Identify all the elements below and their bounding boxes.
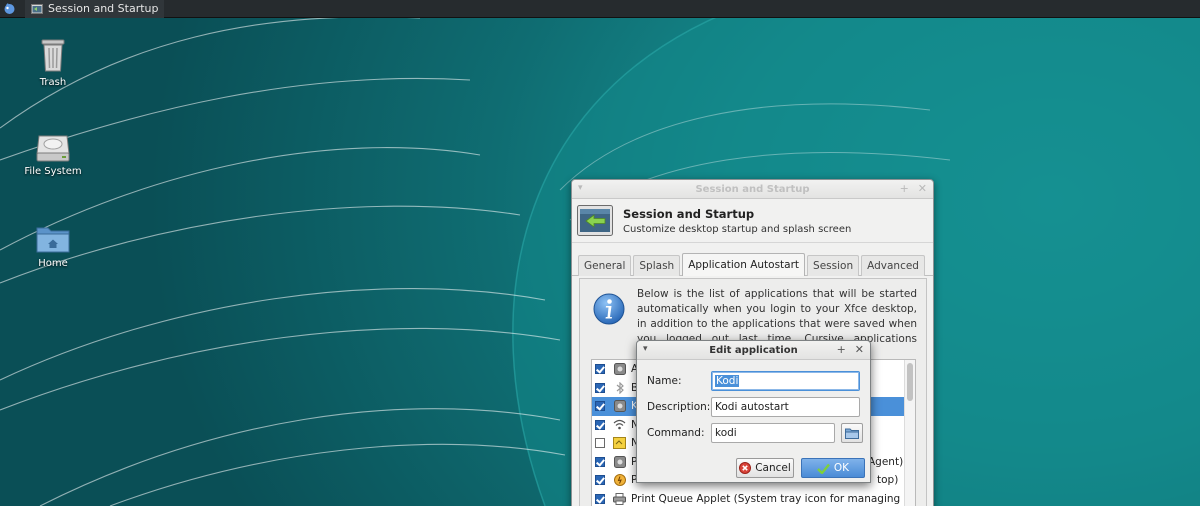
description-label: Description: [647, 401, 711, 413]
power-icon [613, 474, 626, 487]
taskbar-item-label: Session and Startup [48, 2, 159, 15]
checkmark-icon [817, 463, 830, 474]
close-icon[interactable]: ✕ [918, 182, 927, 195]
app-generic-icon [613, 455, 626, 468]
autostart-checkbox[interactable] [595, 438, 605, 449]
session-startup-icon [577, 205, 613, 236]
app-generic-icon [613, 400, 626, 413]
header-title: Session and Startup [623, 206, 755, 221]
cancel-button-label: Cancel [755, 462, 791, 474]
cancel-icon [739, 462, 752, 474]
wifi-icon [613, 418, 626, 431]
autostart-checkbox[interactable] [595, 401, 605, 412]
autostart-checkbox[interactable] [595, 475, 605, 486]
window-menu-icon[interactable]: ▾ [578, 183, 583, 193]
autostart-checkbox[interactable] [595, 382, 605, 393]
desktop-icon-trash[interactable]: Trash [3, 37, 103, 88]
stick-window-icon[interactable]: + [837, 343, 846, 356]
tab-splash[interactable]: Splash [633, 255, 681, 276]
tab-application-autostart[interactable]: Application Autostart [682, 253, 806, 276]
top-panel: Session and Startup [0, 0, 1200, 18]
edit-application-dialog: ▾ Edit application + ✕ Name: Kodi Descri… [636, 340, 871, 483]
command-row: Command: kodi [647, 423, 863, 443]
autostart-checkbox[interactable] [595, 419, 605, 430]
description-row: Description: Kodi autostart [647, 397, 860, 417]
autostart-checkbox[interactable] [595, 493, 605, 504]
drive-icon [36, 135, 70, 162]
tab-advanced[interactable]: Advanced [861, 255, 925, 276]
name-label: Name: [647, 375, 682, 387]
settings-header: Session and Startup Customize desktop st… [572, 199, 933, 243]
bluetooth-icon [613, 381, 626, 394]
tab-general[interactable]: General [578, 255, 632, 276]
window-title: Session and Startup [695, 183, 810, 195]
close-icon[interactable]: ✕ [855, 343, 864, 356]
printer-icon [613, 492, 626, 505]
list-item-label-tail: Agent) [868, 455, 904, 468]
taskbar-item-session-startup[interactable]: Session and Startup [25, 0, 165, 18]
desktop-icon-label: File System [24, 166, 82, 177]
name-field[interactable]: Kodi [711, 371, 860, 391]
scrollbar-thumb[interactable] [907, 363, 913, 401]
desktop-icon-file-system[interactable]: File System [3, 132, 103, 177]
browse-button[interactable] [841, 423, 863, 443]
description-field[interactable]: Kodi autostart [711, 397, 860, 417]
note-icon [613, 437, 626, 450]
desktop-icon-label: Trash [39, 77, 67, 88]
home-folder-icon [36, 227, 70, 253]
list-scrollbar[interactable] [904, 360, 915, 506]
app-generic-icon [613, 363, 626, 376]
autostart-checkbox[interactable] [595, 364, 605, 375]
autostart-checkbox[interactable] [595, 456, 605, 467]
command-label: Command: [647, 427, 705, 439]
whisker-menu-icon[interactable] [2, 1, 17, 16]
list-item-label-tail: top) [877, 474, 899, 487]
ok-button[interactable]: OK [801, 458, 865, 478]
folder-open-icon [845, 428, 859, 439]
dialog-title: Edit application [709, 344, 798, 356]
list-item-label: Print Queue Applet (System tray icon for… [631, 492, 915, 505]
header-subtitle: Customize desktop startup and splash scr… [623, 223, 852, 235]
trash-icon [41, 39, 65, 72]
ok-button-label: OK [833, 462, 850, 474]
window-menu-icon[interactable]: ▾ [643, 344, 648, 354]
description-field-value: Kodi autostart [715, 401, 789, 413]
desktop-icon-label: Home [38, 258, 68, 269]
command-field-value: kodi [715, 427, 737, 439]
command-field[interactable]: kodi [711, 423, 835, 443]
dialog-titlebar[interactable]: ▾ Edit application + ✕ [637, 341, 870, 360]
tab-session[interactable]: Session [807, 255, 860, 276]
tab-bar: General Splash Application Autostart Ses… [572, 243, 933, 276]
desktop-icon-home[interactable]: Home [3, 224, 103, 269]
cancel-button[interactable]: Cancel [736, 458, 794, 478]
settings-window-icon [31, 3, 43, 14]
name-row: Name: Kodi [647, 371, 860, 391]
window-titlebar[interactable]: ▾ Session and Startup + ✕ [572, 180, 933, 199]
list-item[interactable]: Print Queue Applet (System tray icon for… [592, 490, 915, 506]
name-field-value: Kodi [715, 375, 740, 387]
stick-window-icon[interactable]: + [900, 182, 909, 195]
info-icon [593, 293, 625, 325]
